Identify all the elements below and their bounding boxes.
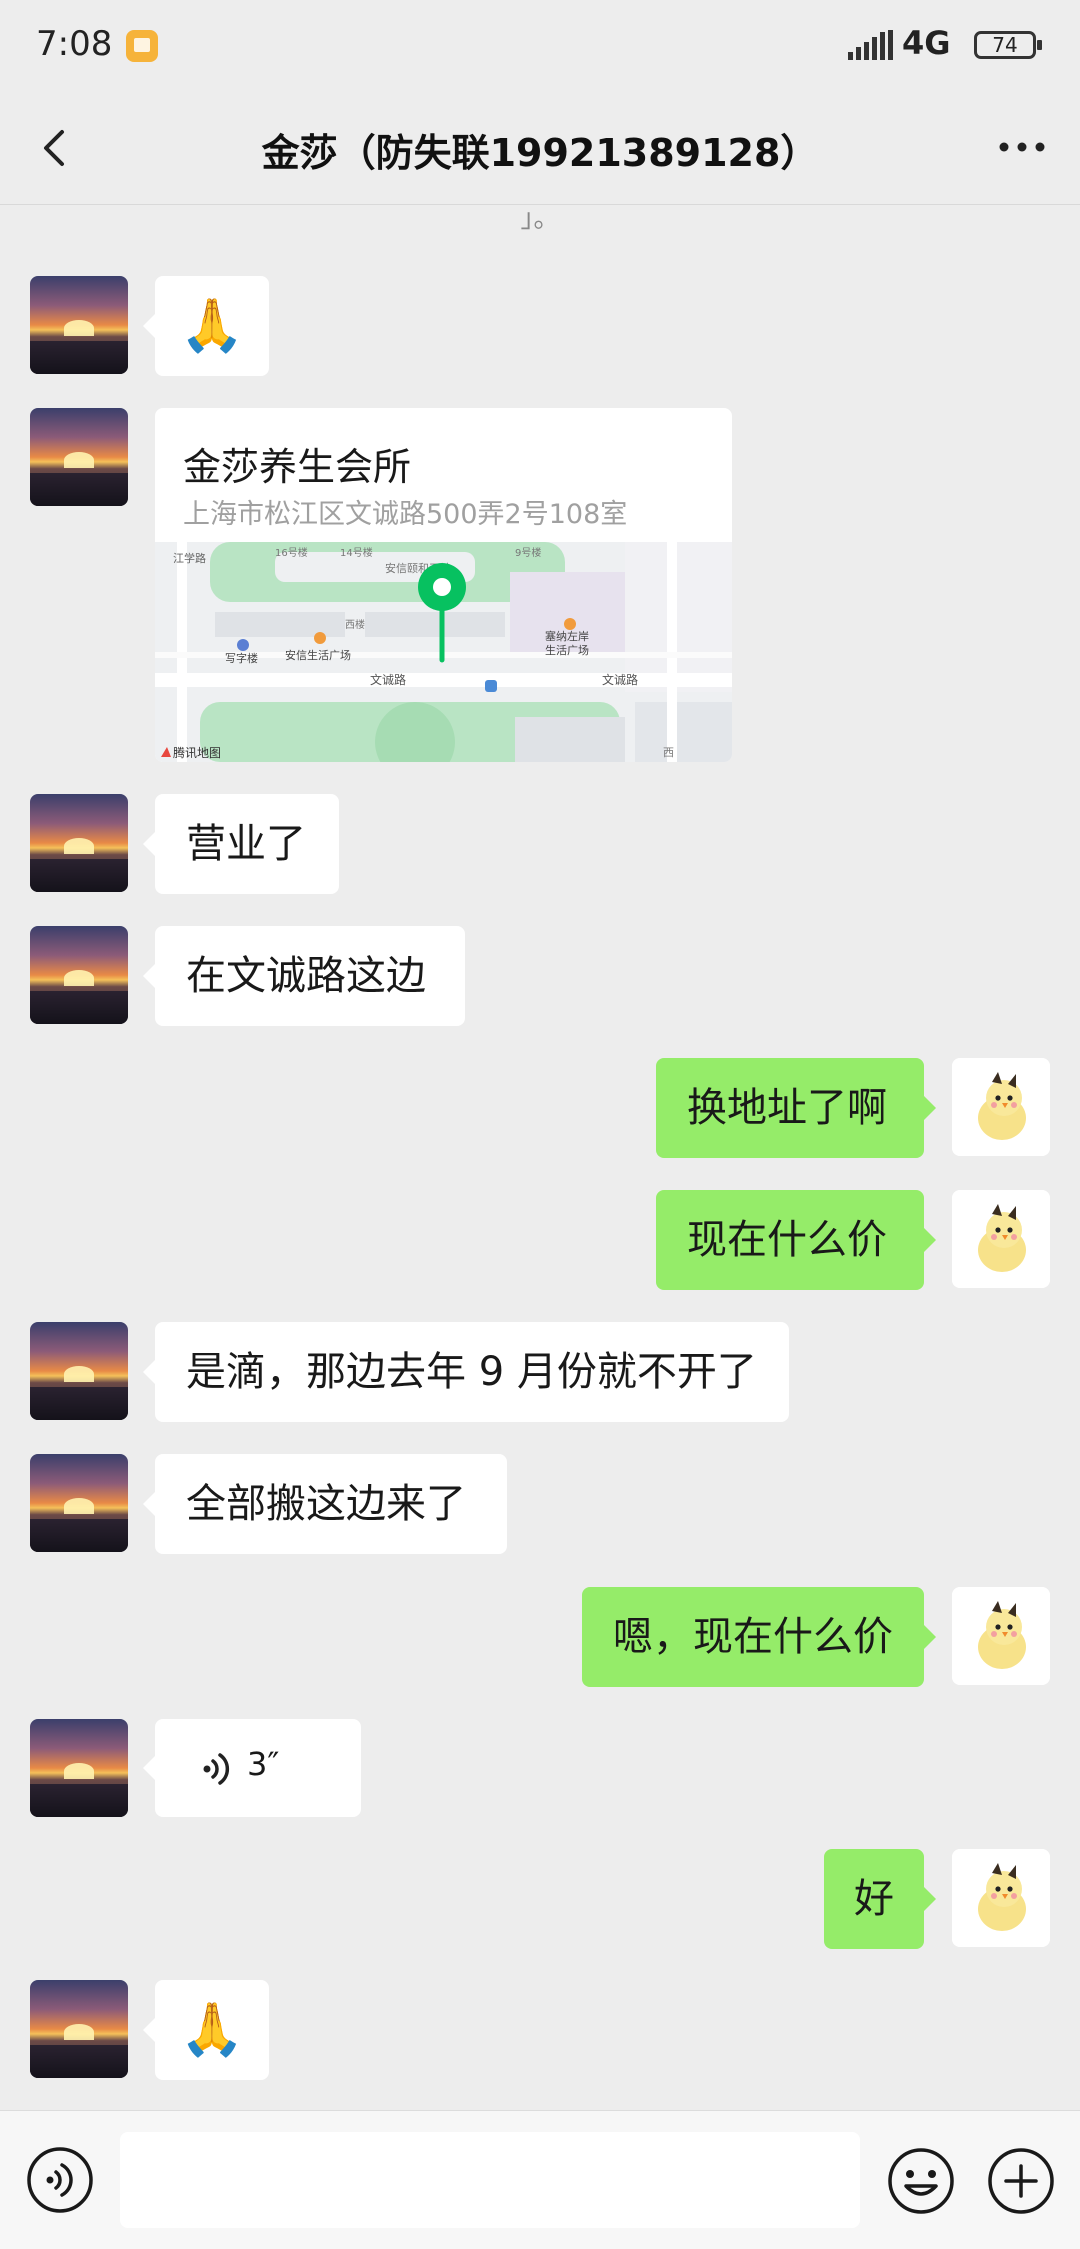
map-poi-label: 塞纳左岸: [545, 629, 589, 643]
avatar[interactable]: [30, 408, 128, 506]
map-poi-label: 西: [663, 746, 674, 759]
emoji-icon[interactable]: [886, 2146, 956, 2216]
location-card[interactable]: 金莎养生会所 上海市松江区文诚路500弄2号108室 文诚路 文诚路 安信生活广…: [155, 408, 732, 762]
avatar[interactable]: [30, 1980, 128, 2078]
status-bar: 7:08 4G 74: [0, 0, 1080, 92]
message-bubble[interactable]: 在文诚路这边: [143, 926, 465, 1026]
map-poi-label: 写字楼: [225, 651, 258, 665]
location-address: 上海市松江区文诚路500弄2号108室: [183, 499, 628, 530]
avatar[interactable]: [952, 1849, 1050, 1947]
chat-header: 金莎（防失联19921389128）: [0, 92, 1080, 205]
message-bubble[interactable]: 🙏: [143, 276, 269, 376]
message-bubble[interactable]: 嗯，现在什么价: [582, 1587, 936, 1687]
voice-icon: [203, 1753, 230, 1785]
message-bubble[interactable]: 是滴，那边去年 9 月份就不开了: [143, 1322, 789, 1422]
voice-message[interactable]: 3″: [143, 1719, 361, 1817]
map-poi-label: 16号楼: [275, 546, 308, 559]
map-poi-dot: [564, 618, 576, 630]
network-type: 4G: [902, 24, 951, 62]
chick-avatar-icon: [952, 1190, 1050, 1288]
chick-avatar-icon: [952, 1058, 1050, 1156]
avatar[interactable]: [30, 276, 128, 374]
message-bubble[interactable]: 全部搬这边来了: [143, 1454, 507, 1554]
more-dots-icon[interactable]: [992, 122, 1052, 172]
message-bubble[interactable]: 营业了: [143, 794, 339, 894]
message-input[interactable]: [120, 2132, 860, 2228]
map-poi-label: 14号楼: [340, 546, 373, 559]
avatar[interactable]: [30, 926, 128, 1024]
map-poi-dot: [314, 632, 326, 644]
map-road-label: 文诚路: [370, 672, 406, 687]
voice-duration: 3″: [247, 1745, 280, 1783]
chick-avatar-icon: [952, 1849, 1050, 1947]
voice-input-icon[interactable]: [26, 2146, 94, 2214]
map-poi-label: 安信生活广场: [285, 648, 351, 662]
map-poi-label: 9号楼: [515, 546, 541, 559]
map-road-label: 文诚路: [602, 672, 638, 687]
signal-icon: [848, 30, 893, 60]
message-bubble[interactable]: 🙏: [143, 1980, 269, 2080]
avatar[interactable]: [30, 794, 128, 892]
avatar[interactable]: [30, 1322, 128, 1420]
message-bubble[interactable]: 现在什么价: [656, 1190, 936, 1290]
avatar[interactable]: [30, 1454, 128, 1552]
plus-icon[interactable]: [986, 2146, 1056, 2216]
avatar[interactable]: [952, 1587, 1050, 1685]
location-name: 金莎养生会所: [183, 445, 412, 489]
message-bubble[interactable]: 换地址了啊: [656, 1058, 936, 1158]
chat-input-bar: [0, 2110, 1080, 2249]
partial-message-text: 」。: [520, 204, 560, 234]
map-poi-label: 江学路: [173, 551, 206, 565]
map-poi-label: 西楼: [345, 618, 365, 631]
page-title: 金莎（防失联19921389128）: [261, 131, 819, 175]
notification-icon: [126, 30, 158, 62]
map-poi-dot: [237, 639, 249, 651]
map-thumbnail: 文诚路 文诚路 安信生活广场 塞纳左岸 生活广场 写字楼 江学路 16号楼 14…: [155, 542, 732, 762]
status-time: 7:08: [36, 24, 113, 64]
avatar[interactable]: [30, 1719, 128, 1817]
avatar[interactable]: [952, 1190, 1050, 1288]
bus-stop-icon: [485, 680, 497, 692]
chick-avatar-icon: [952, 1587, 1050, 1685]
battery-icon: 74: [974, 31, 1042, 59]
avatar[interactable]: [952, 1058, 1050, 1156]
message-bubble[interactable]: 好: [824, 1849, 936, 1949]
map-poi-label: 生活广场: [545, 643, 589, 657]
map-brand-label: 腾讯地图: [173, 745, 221, 760]
chevron-left-icon[interactable]: [28, 118, 88, 178]
